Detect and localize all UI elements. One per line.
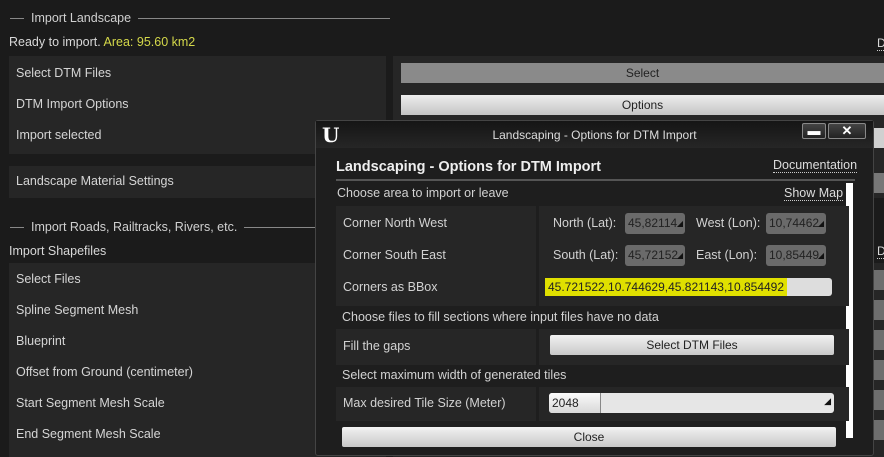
dtm-options-dialog: U Landscaping - Options for DTM Import ▬… bbox=[315, 120, 874, 456]
north-input[interactable]: 45,82114 bbox=[625, 213, 685, 234]
close-button[interactable]: Close bbox=[342, 427, 836, 447]
tile-hint: Select maximum width of generated tiles bbox=[342, 368, 567, 382]
tile-label: Max desired Tile Size (Meter) bbox=[343, 396, 506, 410]
bbox-input[interactable]: 45.721522,10.744629,45.821143,10.854492 bbox=[545, 278, 832, 296]
south-label: South (Lat): bbox=[553, 248, 619, 262]
south-input[interactable]: 45,72152 bbox=[625, 245, 685, 266]
show-map-link[interactable]: Show Map bbox=[784, 186, 844, 201]
tile-label-cell: Max desired Tile Size (Meter) bbox=[336, 387, 536, 421]
documentation-link[interactable]: Documentation bbox=[773, 158, 858, 173]
east-input[interactable]: 10,85449 bbox=[766, 245, 826, 266]
dialog-heading: Landscaping - Options for DTM Import bbox=[336, 159, 602, 175]
divider bbox=[336, 179, 855, 181]
minimize-button[interactable]: ▬ bbox=[802, 123, 826, 139]
bbox-value: 45.721522,10.744629,45.821143,10.854492 bbox=[545, 278, 788, 296]
fill-label: Fill the gaps bbox=[343, 339, 411, 353]
section-title: Import Roads, Railtracks, Rivers, etc. bbox=[31, 220, 238, 234]
choose-area-hint: Choose area to import or leave bbox=[337, 186, 509, 200]
window-title: Landscaping - Options for DTM Import bbox=[492, 128, 697, 142]
west-label: West (Lon): bbox=[696, 216, 761, 230]
fill-label-cell: Fill the gaps bbox=[336, 329, 536, 365]
corner-values-cell: North (Lat): 45,82114 West (Lon): 10,744… bbox=[539, 206, 849, 306]
west-input[interactable]: 10,74462 bbox=[766, 213, 826, 234]
tile-size-slider[interactable]: 2048 ◢ bbox=[549, 393, 834, 413]
import-status: Ready to import. Area: 95.60 km2 bbox=[9, 35, 195, 49]
dialog-title-bar[interactable]: U Landscaping - Options for DTM Import ▬… bbox=[316, 121, 873, 148]
east-label: East (Lon): bbox=[696, 248, 758, 262]
status-text: Ready to import. bbox=[9, 35, 101, 49]
fill-hint: Choose files to fill sections where inpu… bbox=[342, 310, 659, 324]
bbox-label: Corners as BBox bbox=[343, 280, 438, 294]
area-text: Area: 95.60 km2 bbox=[103, 35, 196, 49]
close-window-button[interactable]: ✕ bbox=[828, 123, 866, 139]
select-dtm-files-button[interactable]: Select DTM Files bbox=[550, 335, 834, 355]
tile-size-value: 2048 bbox=[549, 393, 601, 413]
corner-labels-cell: Corner North West Corner South East Corn… bbox=[336, 206, 536, 306]
se-label: Corner South East bbox=[343, 248, 446, 262]
import-shapefiles-label: Import Shapefiles bbox=[9, 244, 107, 258]
nw-label: Corner North West bbox=[343, 216, 447, 230]
documentation-link[interactable]: D bbox=[877, 244, 884, 259]
section-header-import-landscape: Import Landscape bbox=[10, 11, 390, 25]
row-dtm-options: DTM Import Options bbox=[16, 97, 129, 111]
row-select-dtm: Select DTM Files bbox=[16, 66, 112, 80]
options-button[interactable]: Options bbox=[401, 95, 884, 115]
north-label: North (Lat): bbox=[553, 216, 617, 230]
documentation-link[interactable]: D bbox=[877, 36, 884, 51]
section-title: Import Landscape bbox=[31, 11, 132, 25]
resize-handle-icon: ◢ bbox=[824, 396, 831, 406]
select-button[interactable]: Select bbox=[401, 63, 884, 83]
